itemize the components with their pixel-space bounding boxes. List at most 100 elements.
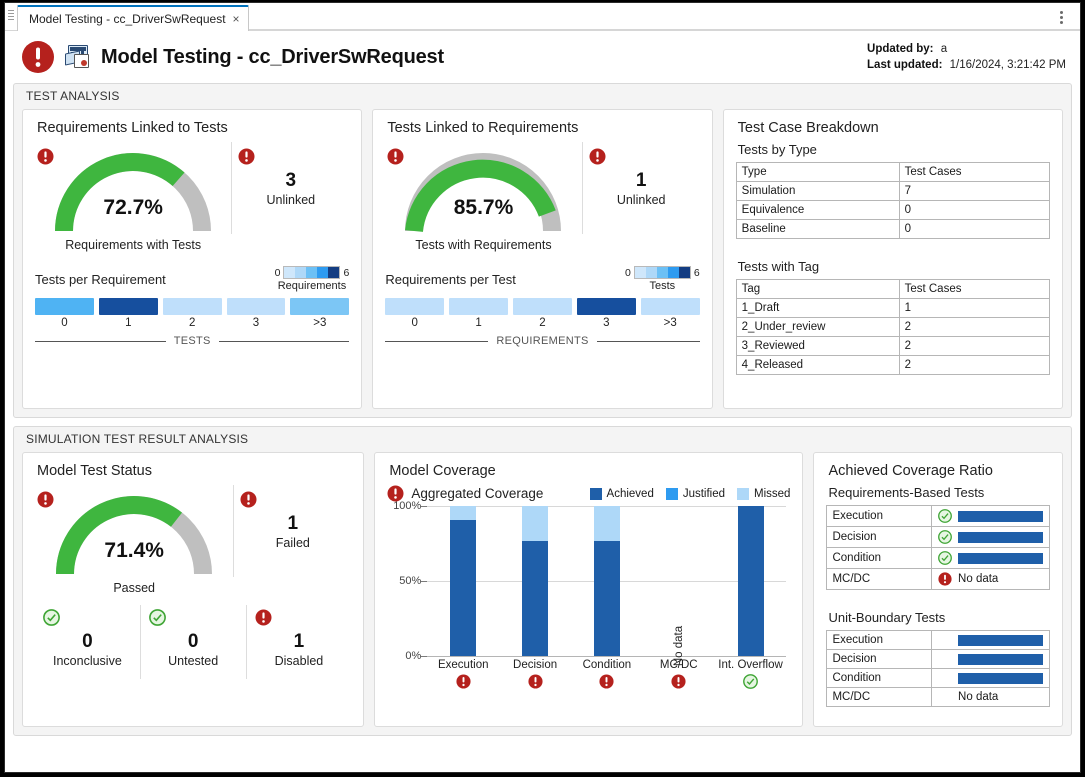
heatmap-cell[interactable]: >3 (641, 298, 700, 329)
cell-count: 2 (899, 318, 1049, 337)
heatmap-cell[interactable]: >3 (290, 298, 349, 329)
ratio-bar (958, 532, 1043, 543)
colorbar-label: Requirements (275, 280, 350, 292)
heatmap-cell[interactable]: 3 (227, 298, 286, 329)
heatmap-cell[interactable]: 3 (577, 298, 636, 329)
heatmap-cell[interactable]: 0 (385, 298, 444, 329)
ratio-bar (958, 635, 1043, 646)
table-row[interactable]: Execution (827, 506, 1050, 527)
tile-inconclusive[interactable]: 0 Inconclusive (35, 605, 140, 679)
cell-metric: MC/DC (827, 688, 932, 707)
legend-item-justified[interactable]: Justified (666, 488, 725, 500)
colorbar-gradient (634, 266, 691, 279)
table-row[interactable]: 2_Under_review 2 (736, 318, 1049, 337)
table-row[interactable]: MC/DC No data (827, 688, 1050, 707)
tile-value: 0 (141, 631, 246, 653)
table-row[interactable]: Condition (827, 669, 1050, 688)
table-tests-with-tag: Tag Test Cases 1_Draft 1 2_Under_review … (736, 279, 1050, 375)
subtitle-requirements-based-tests: Requirements-Based Tests (828, 485, 1050, 500)
heatmap-cell-label: 2 (163, 317, 222, 329)
legend-item-achieved[interactable]: Achieved (590, 488, 654, 500)
section-test-analysis: TEST ANALYSIS Requirements Linked to Tes… (13, 83, 1072, 418)
tab-bar-empty-space (249, 4, 1080, 30)
bar-column-condition[interactable] (571, 506, 643, 656)
alert-icon (238, 148, 255, 165)
card-title: Test Case Breakdown (738, 120, 1050, 136)
bar-column-execution[interactable] (427, 506, 499, 656)
gauge-caption: Tests with Requirements (385, 238, 581, 252)
tile-label: Disabled (247, 654, 352, 668)
status-icon-condition (571, 674, 643, 689)
gauge-requirements-with-tests[interactable]: 72.7% Requirements with Tests (35, 142, 231, 252)
table-row[interactable]: 4_Released 2 (736, 356, 1049, 375)
heatmap-cell[interactable]: 2 (513, 298, 572, 329)
colorbar-max: 6 (694, 267, 700, 279)
legend-label: Missed (754, 488, 790, 500)
bar-column-mcdc[interactable]: No data (643, 506, 715, 656)
tab-model-testing[interactable]: Model Testing - cc_DriverSwRequest × (17, 5, 249, 31)
heatmap-title: Tests per Requirement (35, 266, 275, 287)
table-row[interactable]: Decision (827, 650, 1050, 669)
chart-legend: Achieved Justified Missed (590, 488, 791, 500)
section-title-test-analysis: TEST ANALYSIS (22, 84, 1063, 109)
heatmap-cell[interactable]: 2 (163, 298, 222, 329)
tile-untested[interactable]: 0 Untested (140, 605, 246, 679)
heatmap-cell[interactable]: 1 (449, 298, 508, 329)
kpi-unlinked-tests[interactable]: 1 Unlinked (582, 142, 700, 234)
cell-ratio (932, 548, 1050, 569)
kpi-label: Failed (234, 536, 351, 550)
heatmap-cell[interactable]: 1 (99, 298, 158, 329)
subtitle-unit-boundary-tests: Unit-Boundary Tests (828, 610, 1050, 625)
cell-ratio (932, 527, 1050, 548)
cell-metric: Condition (827, 669, 932, 688)
alert-icon (599, 674, 614, 689)
cell-count: 2 (899, 356, 1049, 375)
tile-label: Untested (141, 654, 246, 668)
kpi-failed[interactable]: 1 Failed (233, 485, 351, 577)
gauge-caption: Requirements with Tests (35, 238, 231, 252)
colorbar-min: 0 (275, 267, 281, 279)
heatmap-axis-label: TESTS (174, 335, 211, 347)
legend-item-missed[interactable]: Missed (737, 488, 790, 500)
alert-icon (528, 674, 543, 689)
bar-column-decision[interactable] (499, 506, 571, 656)
page-title: Model Testing - cc_DriverSwRequest (101, 46, 444, 69)
table-row[interactable]: Equivalence 0 (736, 201, 1049, 220)
gauge-tests-with-requirements[interactable]: 85.7% Tests with Requirements (385, 142, 581, 252)
x-axis-tick-label: Condition (571, 659, 643, 672)
bar-column-int-overflow[interactable] (715, 506, 787, 656)
gauge-passed[interactable]: 71.4% Passed (35, 485, 233, 595)
last-updated-value: 1/16/2024, 3:21:42 PM (950, 59, 1066, 71)
kpi-unlinked-requirements[interactable]: 3 Unlinked (231, 142, 349, 234)
section-simulation-test-result-analysis: SIMULATION TEST RESULT ANALYSIS Model Te… (13, 426, 1072, 736)
x-axis-tick-label: Int. Overflow (715, 659, 787, 672)
heatmap-cell-label: 0 (35, 317, 94, 329)
card-test-case-breakdown: Test Case Breakdown Tests by Type Type T… (723, 109, 1063, 409)
cell-ratio (932, 669, 1050, 688)
table-row[interactable]: Condition (827, 548, 1050, 569)
kebab-menu-icon[interactable] (1054, 9, 1068, 25)
kpi-value: 3 (232, 170, 349, 192)
subtitle-tests-with-tag: Tests with Tag (738, 259, 1050, 274)
table-row[interactable]: 3_Reviewed 2 (736, 337, 1049, 356)
page-header: Model Testing - cc_DriverSwRequest Updat… (5, 31, 1080, 83)
cell-count: 1 (899, 299, 1049, 318)
card-achieved-coverage-ratio: Achieved Coverage Ratio Requirements-Bas… (813, 452, 1063, 727)
tile-value: 1 (247, 631, 352, 653)
cell-metric: Execution (827, 631, 932, 650)
table-row[interactable]: Execution (827, 631, 1050, 650)
table-row[interactable]: MC/DC No data (827, 569, 1050, 590)
card-title: Tests Linked to Requirements (387, 120, 699, 136)
gauge-arc (51, 491, 217, 579)
tile-disabled[interactable]: 1 Disabled (246, 605, 352, 679)
close-icon[interactable]: × (233, 13, 240, 25)
colorbar-max: 6 (343, 267, 349, 279)
table-row[interactable]: 1_Draft 1 (736, 299, 1049, 318)
card-title: Requirements Linked to Tests (37, 120, 349, 136)
table-row[interactable]: Baseline 0 (736, 220, 1049, 239)
table-row[interactable]: Decision (827, 527, 1050, 548)
table-row[interactable]: Simulation 7 (736, 182, 1049, 201)
x-axis-tick-label: Execution (427, 659, 499, 672)
heatmap-cell[interactable]: 0 (35, 298, 94, 329)
stacked-bar (738, 506, 764, 656)
